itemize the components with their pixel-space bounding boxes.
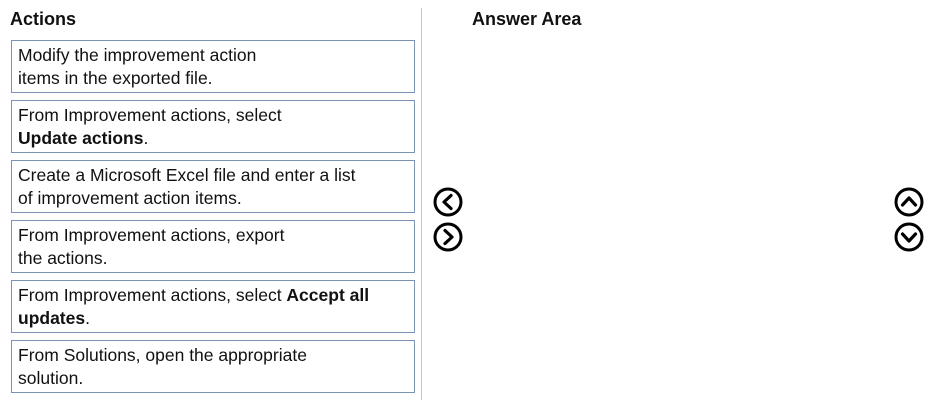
action-text-line: items in the exported file.	[18, 68, 213, 88]
action-text-head: From Improvement actions, select	[18, 285, 287, 305]
action-text-line: From Solutions, open the appropriate	[18, 345, 307, 365]
action-bold-text: Update actions	[18, 128, 144, 148]
action-bold-text: updates	[18, 308, 86, 328]
action-text-line: solution.	[18, 368, 84, 388]
action-item-create-excel[interactable]: Create a Microsoft Excel file and enter …	[11, 160, 415, 213]
action-text-line: From Improvement actions, select Accept …	[18, 284, 408, 307]
action-text-line: Update actions.	[18, 127, 408, 150]
move-up-button[interactable]	[894, 187, 924, 217]
chevron-right-circle-icon	[433, 222, 463, 252]
action-text-line: Modify the improvement action	[18, 45, 257, 65]
answer-area-header: Answer Area	[472, 9, 582, 29]
action-text-line: the actions.	[18, 248, 108, 268]
action-text-line: From Improvement actions, export	[18, 225, 285, 245]
move-right-button[interactable]	[433, 222, 463, 252]
move-left-button[interactable]	[433, 187, 463, 217]
action-text-line: Create a Microsoft Excel file and enter …	[18, 165, 356, 185]
action-text-line: From Improvement actions, select	[18, 105, 282, 125]
action-item-select-update-actions[interactable]: From Improvement actions, select Update …	[11, 100, 415, 153]
action-item-export-actions[interactable]: From Improvement actions, export the act…	[11, 220, 415, 273]
chevron-left-circle-icon	[433, 187, 463, 217]
action-item-open-solution[interactable]: From Solutions, open the appropriate sol…	[11, 340, 415, 393]
action-item-modify-exported[interactable]: Modify the improvement action items in t…	[11, 40, 415, 93]
action-text-line: updates.	[18, 307, 408, 330]
action-item-accept-all-updates[interactable]: From Improvement actions, select Accept …	[11, 280, 415, 333]
action-bold-text: Accept all	[286, 285, 370, 305]
actions-header: Actions	[10, 9, 77, 29]
move-down-button[interactable]	[894, 222, 924, 252]
chevron-down-circle-icon	[894, 222, 924, 252]
action-text-line: of improvement action items.	[18, 188, 242, 208]
chevron-up-circle-icon	[894, 187, 924, 217]
column-divider	[421, 8, 422, 400]
action-text-tail: .	[85, 308, 90, 328]
action-text-tail: .	[143, 128, 149, 148]
